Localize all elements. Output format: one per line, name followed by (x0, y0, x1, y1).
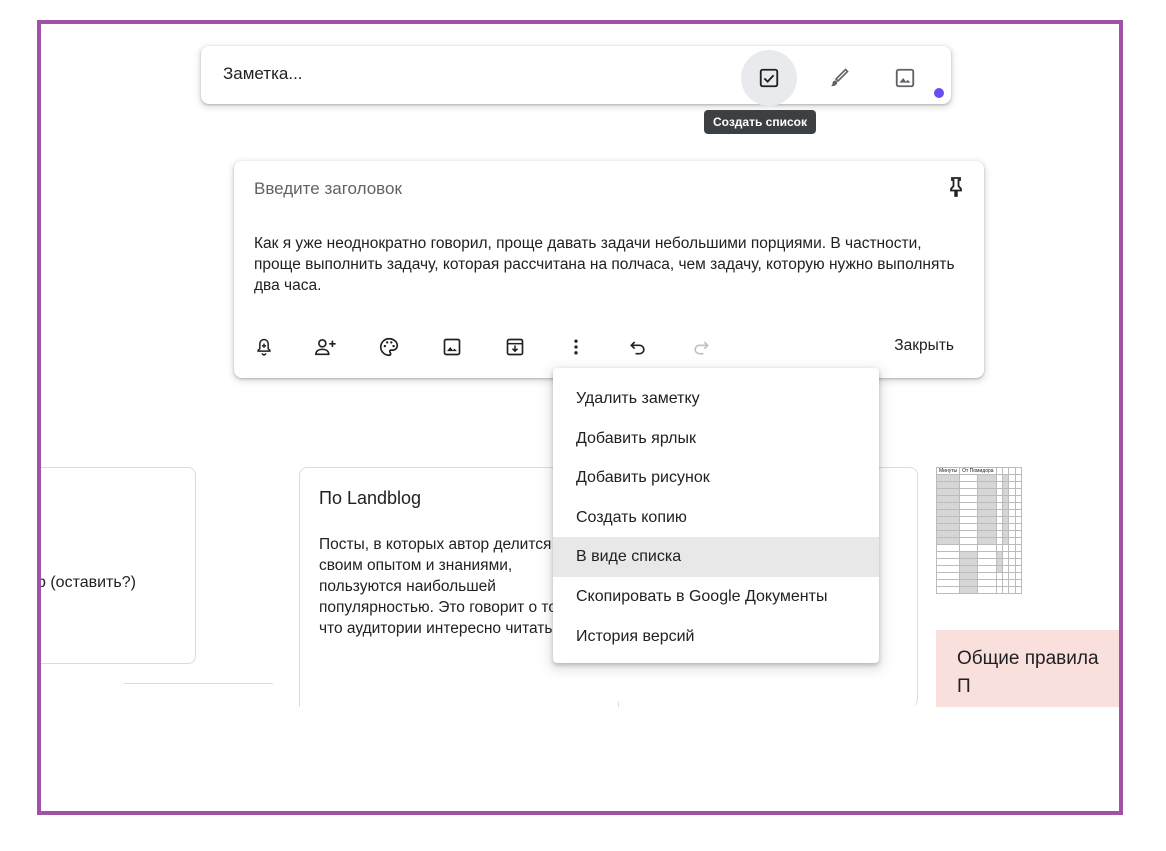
note-title: Общие правила (957, 648, 1099, 669)
take-note-placeholder[interactable]: Заметка... (223, 64, 303, 84)
sheet-header: От Помидора (959, 467, 997, 475)
editor-toolbar: Закрыть (248, 333, 968, 363)
note-body[interactable]: Как я уже неоднократно говорил, проще да… (254, 233, 966, 296)
new-list-button[interactable] (741, 50, 797, 106)
palette-icon (380, 337, 399, 357)
note-editor: Введите заголовок Как я уже неоднократно… (234, 161, 984, 378)
new-drawing-button[interactable] (811, 50, 867, 106)
tooltip: Создать список (704, 110, 816, 134)
note-title: По Landblog (319, 488, 422, 508)
archive-button[interactable] (501, 333, 529, 361)
note-card-sheet[interactable]: Минуты От Помидора Общие правила П (936, 467, 1119, 707)
pin-icon (950, 177, 962, 197)
reminder-button[interactable] (250, 333, 278, 361)
note-text: П (957, 676, 971, 697)
more-options-menu: Удалить заметку Добавить ярлык Добавить … (553, 368, 879, 663)
note-card[interactable]: ) р (оставить?) (41, 467, 196, 664)
image-icon (895, 68, 915, 88)
spreadsheet-image: Минуты От Помидора (936, 467, 1116, 629)
more-button[interactable] (562, 333, 590, 361)
sheet-header: Минуты (936, 467, 961, 475)
collaborator-icon (315, 339, 336, 356)
image-icon (443, 338, 461, 356)
menu-item-delete[interactable]: Удалить заметку (553, 379, 879, 419)
divider (124, 683, 273, 684)
collaborator-button[interactable] (312, 333, 340, 361)
menu-item-add-drawing[interactable]: Добавить рисунок (553, 458, 879, 498)
menu-item-add-label[interactable]: Добавить ярлык (553, 419, 879, 459)
reminder-icon (257, 338, 271, 356)
more-vert-icon (574, 339, 578, 355)
note-text: Посты, в которых автор делится своим опы… (319, 536, 572, 637)
app-frame: Заметка... Создать список Введите заголо… (37, 20, 1123, 815)
menu-item-version-history[interactable]: История версий (553, 617, 879, 657)
title-input[interactable]: Введите заголовок (254, 179, 402, 199)
archive-icon (506, 338, 524, 356)
pink-note: Общие правила П (936, 630, 1119, 707)
menu-item-copy-to-docs[interactable]: Скопировать в Google Документы (553, 577, 879, 617)
redo-icon (694, 341, 709, 355)
note-text: р (оставить?) (41, 574, 136, 591)
notification-dot (934, 88, 944, 98)
menu-item-show-checkboxes[interactable]: В виде списка (553, 537, 879, 577)
pin-button[interactable] (944, 175, 968, 199)
undo-icon (630, 341, 645, 355)
checkbox-icon (759, 68, 779, 88)
brush-icon (831, 68, 849, 87)
background-options-button[interactable] (375, 333, 403, 361)
menu-item-make-copy[interactable]: Создать копию (553, 498, 879, 538)
take-note-bar[interactable]: Заметка... (201, 46, 951, 106)
undo-button[interactable] (624, 333, 652, 361)
add-image-button[interactable] (438, 333, 466, 361)
close-button[interactable]: Закрыть (894, 337, 954, 355)
new-image-button[interactable] (877, 50, 933, 106)
redo-button[interactable] (687, 333, 715, 361)
